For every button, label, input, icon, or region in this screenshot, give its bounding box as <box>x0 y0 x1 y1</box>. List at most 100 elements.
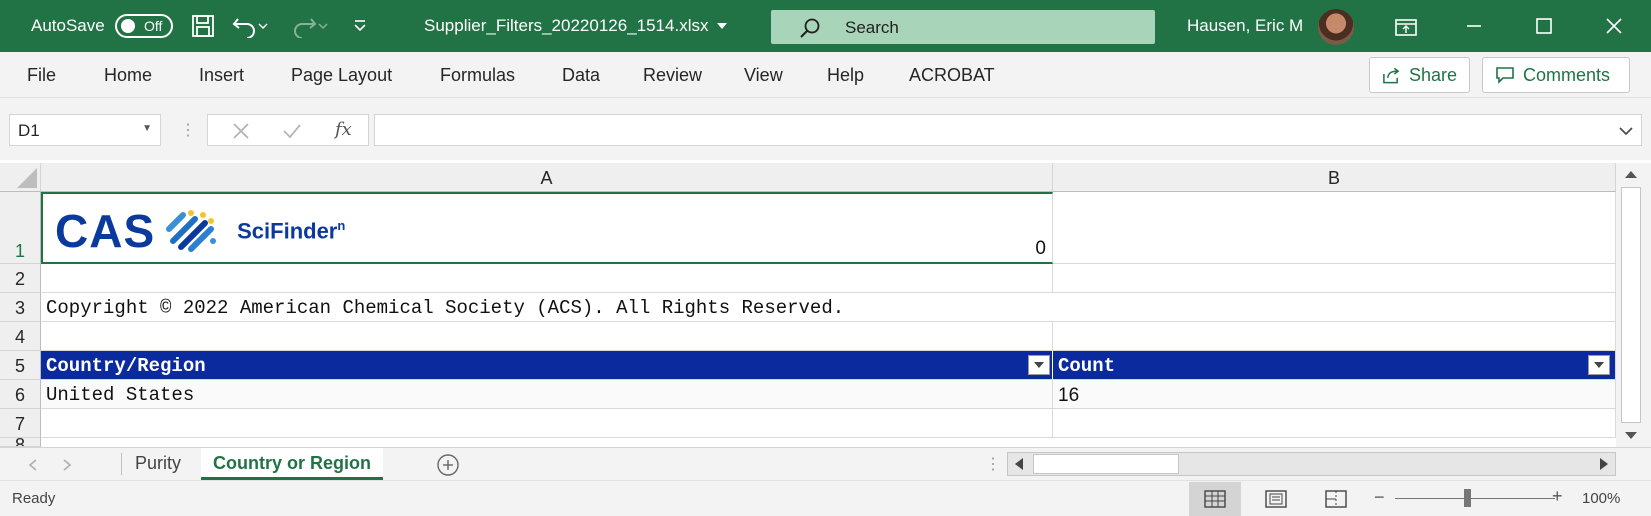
table-cell-count[interactable]: 16 <box>1053 380 1616 409</box>
scifinder-wordmark: SciFindern <box>237 217 346 244</box>
horizontal-scrollbar[interactable] <box>1007 452 1616 476</box>
undo-icon[interactable] <box>231 12 259 40</box>
tab-page-layout[interactable]: Page Layout <box>291 65 392 86</box>
sheet-tab-country-or-region[interactable]: Country or Region <box>201 448 383 480</box>
select-all-corner[interactable] <box>0 163 41 192</box>
zoom-in-button[interactable]: + <box>1552 486 1563 507</box>
row-header-8[interactable]: 8 <box>0 438 41 447</box>
save-icon[interactable] <box>189 12 217 40</box>
next-sheet-icon[interactable] <box>62 459 72 471</box>
row-header-5[interactable]: 5 <box>0 351 41 380</box>
autosave-toggle[interactable]: Off <box>115 14 173 38</box>
table-cell-country[interactable]: United States <box>41 380 1053 409</box>
cell-b4[interactable] <box>1053 322 1616 351</box>
search-box[interactable]: Search <box>771 10 1155 44</box>
cell-b7[interactable] <box>1053 409 1616 438</box>
tab-home[interactable]: Home <box>104 65 152 86</box>
page-break-view-icon[interactable] <box>1325 490 1347 508</box>
user-name[interactable]: Hausen, Eric M <box>1187 16 1303 36</box>
tab-review[interactable]: Review <box>643 65 702 86</box>
cell-a7[interactable] <box>41 409 1053 438</box>
tab-help[interactable]: Help <box>827 65 864 86</box>
tab-divider <box>121 453 122 475</box>
normal-view-button[interactable] <box>1189 482 1241 516</box>
ribbon-display-options-icon[interactable] <box>1392 12 1420 40</box>
name-box[interactable]: D1 ▼ <box>9 114 161 146</box>
row-header-1[interactable]: 1 <box>0 192 41 264</box>
scroll-left-icon[interactable] <box>1014 458 1024 470</box>
row-header-4[interactable]: 4 <box>0 322 41 351</box>
status-text: Ready <box>12 490 56 507</box>
cell-a4[interactable] <box>41 322 1053 351</box>
customize-toolbar-icon[interactable] <box>346 12 374 40</box>
toggle-knob <box>121 19 135 33</box>
tab-data[interactable]: Data <box>562 65 600 86</box>
zoom-out-button[interactable]: − <box>1374 487 1385 508</box>
grid-view-icon <box>1204 490 1226 508</box>
horizontal-scroll-thumb[interactable] <box>1033 454 1179 474</box>
chevron-down-icon[interactable]: ▼ <box>142 123 152 134</box>
tab-formulas[interactable]: Formulas <box>440 65 515 86</box>
zoom-slider-track[interactable] <box>1395 498 1555 499</box>
title-dropdown-icon[interactable] <box>712 12 732 40</box>
undo-dropdown-icon[interactable] <box>256 12 270 40</box>
insert-function-icon[interactable]: fx <box>335 119 352 140</box>
splitter-dots-icon[interactable]: ⋮ <box>180 120 196 140</box>
column-header-b[interactable]: B <box>1053 163 1616 192</box>
tab-splitter-icon[interactable]: ⋮ <box>985 454 1001 474</box>
row-header-2[interactable]: 2 <box>0 264 41 293</box>
table-header-count[interactable]: Count <box>1053 351 1616 380</box>
tab-acrobat[interactable]: ACROBAT <box>909 65 995 86</box>
cell-b2[interactable] <box>1053 264 1616 293</box>
comments-button[interactable]: Comments <box>1482 57 1630 93</box>
prev-sheet-icon[interactable] <box>28 459 38 471</box>
redo-dropdown-icon[interactable] <box>316 12 330 40</box>
cell-a2[interactable] <box>41 264 1053 293</box>
cell-a3-copyright[interactable]: Copyright © 2022 American Chemical Socie… <box>41 293 1616 322</box>
sheet-tab-purity[interactable]: Purity <box>123 448 193 480</box>
cell-a1[interactable]: CAS SciFindern 0 <box>41 192 1053 264</box>
vertical-scrollbar[interactable] <box>1616 163 1651 447</box>
close-icon[interactable] <box>1600 12 1628 40</box>
maximize-icon[interactable] <box>1530 12 1558 40</box>
cas-wordmark: CAS <box>55 205 156 257</box>
avatar[interactable] <box>1318 9 1354 45</box>
page-layout-view-icon[interactable] <box>1265 490 1287 508</box>
formula-input[interactable] <box>374 114 1642 146</box>
add-sheet-icon[interactable] <box>436 453 460 477</box>
share-icon <box>1383 67 1400 84</box>
scroll-down-icon[interactable] <box>1624 431 1638 441</box>
search-placeholder: Search <box>845 18 899 37</box>
enter-icon[interactable] <box>282 122 302 140</box>
scroll-up-icon[interactable] <box>1624 169 1638 179</box>
row-header-3[interactable]: 3 <box>0 293 41 322</box>
file-title[interactable]: Supplier_Filters_20220126_1514.xlsx <box>424 16 708 36</box>
cell-b1[interactable] <box>1053 192 1616 264</box>
zoom-slider-thumb[interactable] <box>1464 489 1471 507</box>
minimize-icon[interactable] <box>1460 12 1488 40</box>
row-header-7[interactable]: 7 <box>0 409 41 438</box>
filter-dropdown-icon[interactable] <box>1588 355 1610 375</box>
expand-formula-icon[interactable] <box>1619 126 1633 136</box>
tab-file[interactable]: File <box>27 65 56 86</box>
row-header-6[interactable]: 6 <box>0 380 41 409</box>
name-box-value: D1 <box>18 121 40 140</box>
table-header-count-label: Count <box>1058 355 1116 377</box>
scroll-right-icon[interactable] <box>1599 458 1609 470</box>
cas-scifinder-logo: CAS SciFindern <box>55 204 345 258</box>
tab-view[interactable]: View <box>744 65 783 86</box>
filter-dropdown-icon[interactable] <box>1028 355 1050 375</box>
column-header-a[interactable]: A <box>41 163 1053 192</box>
status-bar: Ready − + 100% <box>0 480 1651 516</box>
cancel-icon[interactable] <box>232 122 250 140</box>
autosave-state: Off <box>144 18 163 34</box>
vertical-scroll-thumb[interactable] <box>1621 187 1641 423</box>
table-header-country[interactable]: Country/Region <box>41 351 1053 380</box>
comment-icon <box>1496 67 1514 84</box>
sheet-tabs-bar: Purity Country or Region ⋮ <box>0 447 1651 480</box>
tab-insert[interactable]: Insert <box>199 65 244 86</box>
zoom-level[interactable]: 100% <box>1582 490 1620 507</box>
cas-logo-mark-icon <box>166 210 217 252</box>
redo-icon[interactable] <box>290 12 318 40</box>
share-button[interactable]: Share <box>1369 57 1470 93</box>
